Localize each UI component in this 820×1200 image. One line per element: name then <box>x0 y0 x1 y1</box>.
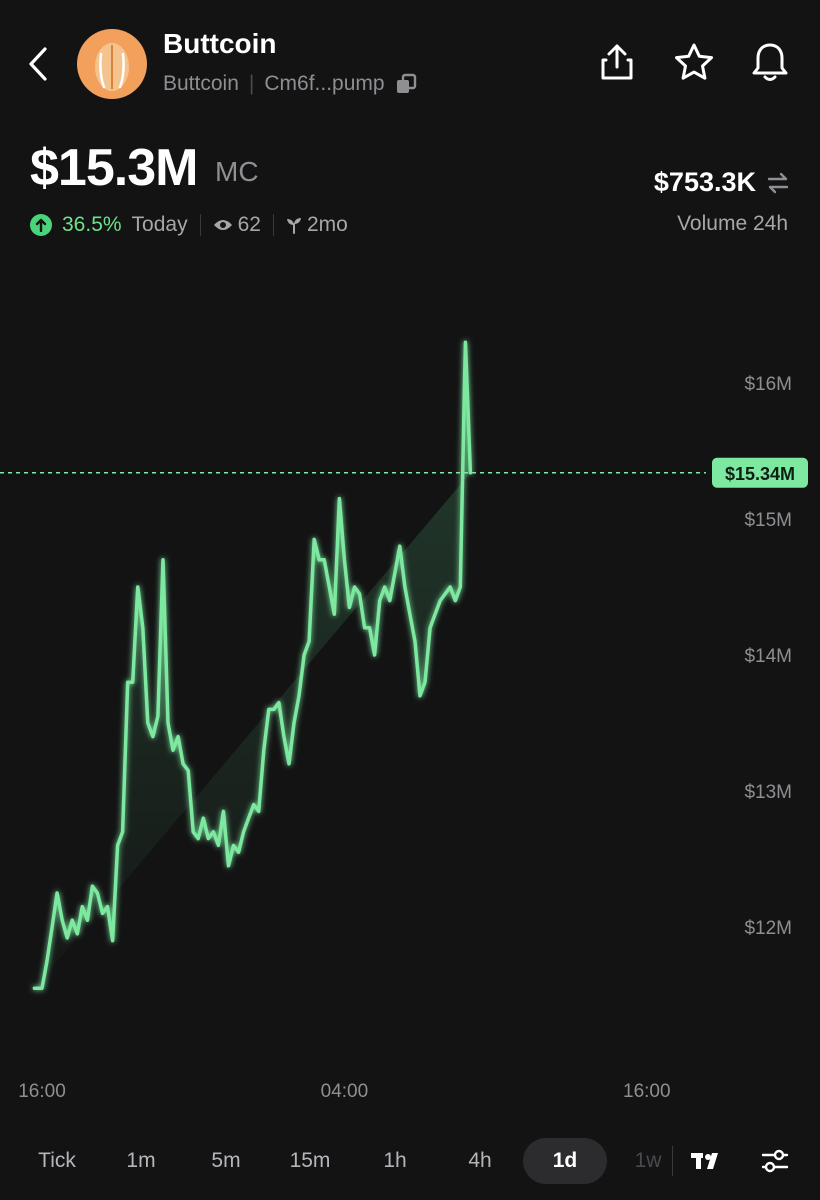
market-cap-chart[interactable]: $16M $15M $14M $13M $12M 16:00 04:00 16:00 $15.… <box>0 0 820 1200</box>
timeframe-tab-15m[interactable]: 15m <box>278 1138 342 1184</box>
divider <box>672 1146 673 1176</box>
current-price-badge: $15.34M <box>712 457 808 488</box>
y-axis-tick-label: $12M <box>744 918 792 939</box>
timeframe-tab-1w[interactable]: 1w <box>616 1138 680 1184</box>
chart-settings-button[interactable] <box>752 1138 798 1184</box>
chart-area-fill <box>34 342 471 989</box>
chart-series-line <box>32 340 473 990</box>
tradingview-button[interactable] <box>684 1138 730 1184</box>
x-axis-tick-label: 16:00 <box>623 1081 671 1102</box>
settings-sliders-icon <box>761 1149 789 1173</box>
timeframe-tab-5m[interactable]: 5m <box>194 1138 258 1184</box>
y-axis-tick-label: $16M <box>744 374 792 395</box>
timeframe-tab-1d[interactable]: 1d <box>523 1138 607 1184</box>
y-axis-tick-label: $14M <box>744 646 792 667</box>
timeframe-tab-1m[interactable]: 1m <box>109 1138 173 1184</box>
x-axis-tick-label: 16:00 <box>18 1081 66 1102</box>
current-price-label: $15.34M <box>725 464 795 484</box>
y-axis-tick-label: $13M <box>744 782 792 803</box>
tradingview-icon <box>691 1153 718 1169</box>
timeframe-tab-1h[interactable]: 1h <box>363 1138 427 1184</box>
timeframe-tab-tick[interactable]: Tick <box>25 1138 89 1184</box>
x-axis-tick-label: 04:00 <box>321 1081 369 1102</box>
y-axis-tick-label: $15M <box>744 510 792 531</box>
timeframe-tab-4h[interactable]: 4h <box>448 1138 512 1184</box>
